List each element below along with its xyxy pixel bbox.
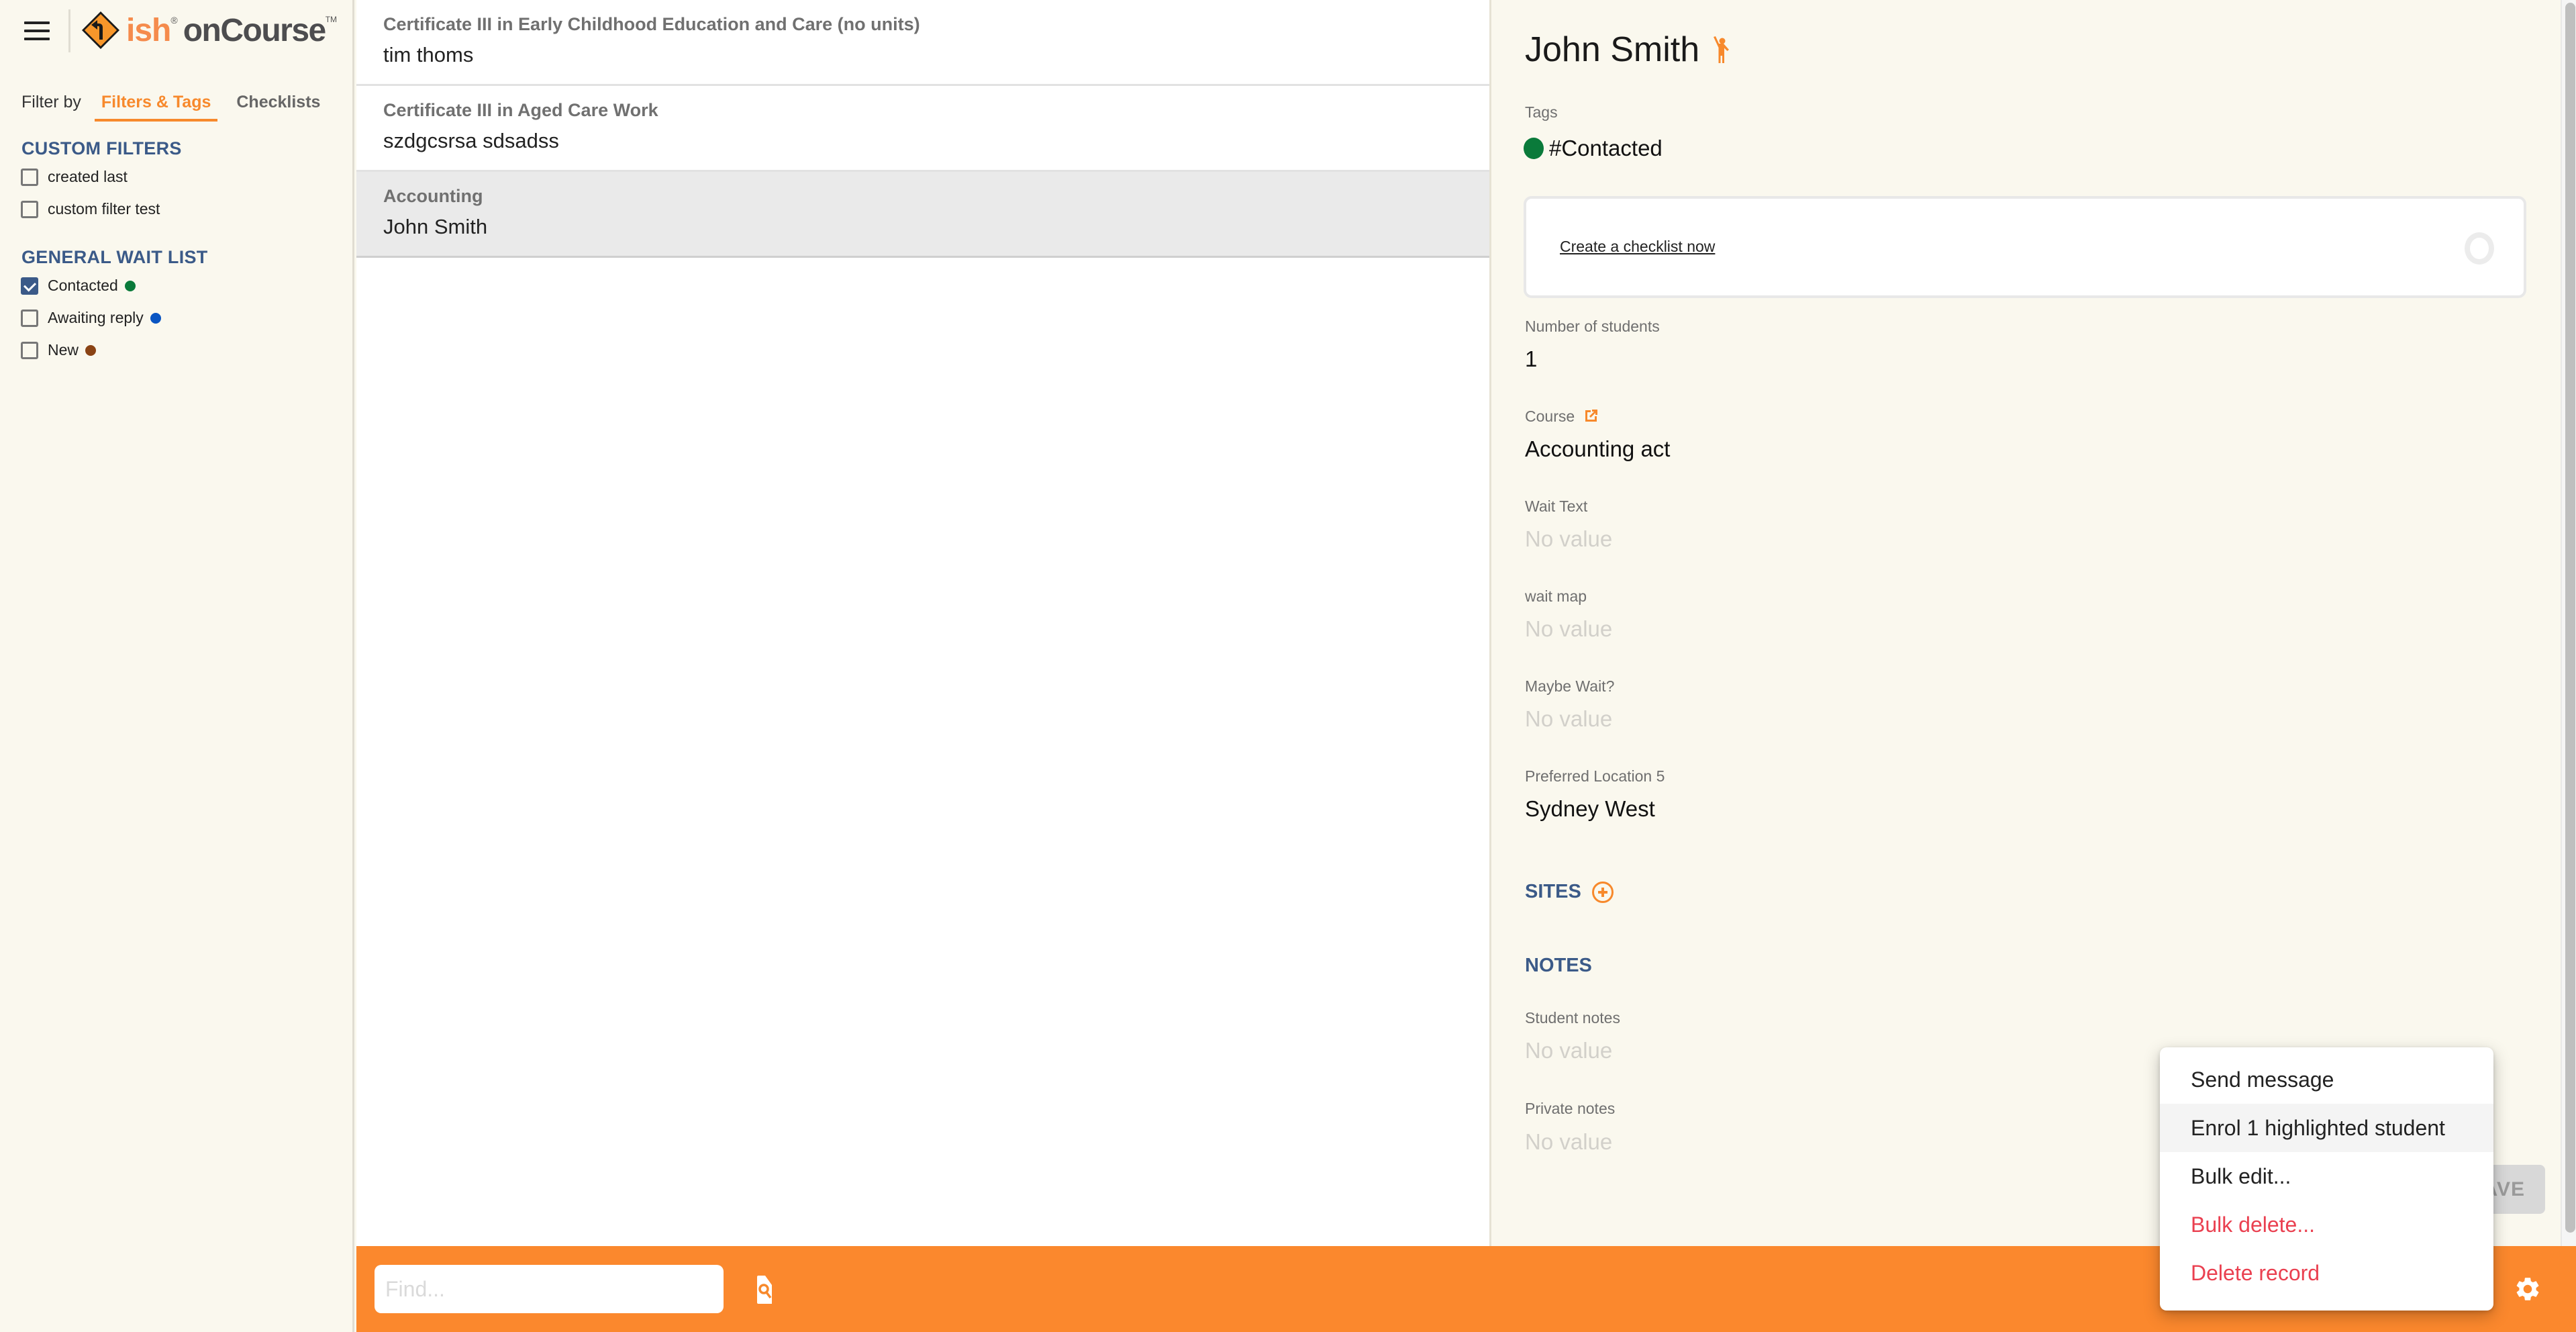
tag-color-dot [85, 344, 97, 356]
logo-oncourse-text: onCourse [183, 12, 327, 48]
notes-heading: NOTES [1525, 955, 1592, 976]
filter-label: custom filter test [48, 200, 160, 218]
student-notes-value[interactable]: No value [1525, 1038, 1612, 1063]
header-divider [68, 9, 70, 52]
tag-chip-label: #Contacted [1549, 136, 1663, 160]
list-item-selected[interactable]: Accounting John Smith [356, 172, 1489, 258]
filter-custom-filter-test[interactable]: custom filter test [21, 200, 160, 218]
maybe-wait-value[interactable]: No value [1525, 706, 1612, 732]
logo-registered-mark: ® [170, 15, 178, 26]
tag-color-dot [1524, 138, 1544, 159]
hamburger-menu-icon[interactable] [24, 21, 50, 40]
menu-item-delete-record[interactable]: Delete record [2160, 1249, 2493, 1297]
tags-label: Tags [1525, 103, 1558, 121]
tag-filter-awaiting-reply[interactable]: Awaiting reply [21, 309, 161, 327]
checklist-progress-ring [2465, 232, 2494, 265]
list-item-course: Accounting [383, 186, 483, 206]
person-waving-icon [1714, 36, 1730, 63]
course-label: Course [1525, 408, 1599, 426]
app-header: ish ® onCourse TM [0, 0, 354, 62]
list-item-student: John Smith [383, 215, 488, 238]
add-site-icon[interactable] [1591, 881, 1614, 903]
private-notes-value[interactable]: No value [1525, 1129, 1612, 1155]
sites-heading-text: SITES [1525, 881, 1581, 902]
checkbox-checked[interactable] [21, 277, 38, 295]
wait-text-value[interactable]: No value [1525, 526, 1612, 552]
advanced-search-icon[interactable] [757, 1276, 772, 1304]
sites-heading: SITES [1525, 881, 1614, 903]
menu-item-send-message[interactable]: Send message [2160, 1055, 2493, 1104]
tag-filter-new[interactable]: New [21, 341, 97, 359]
filter-by-label: Filter by [21, 92, 81, 111]
custom-filters-heading: CUSTOM FILTERS [21, 138, 182, 158]
maybe-wait-label: Maybe Wait? [1525, 677, 1615, 695]
tag-filter-label: New [48, 341, 79, 359]
preferred-location-label: Preferred Location 5 [1525, 767, 1665, 785]
tab-checklists[interactable]: Checklists [235, 90, 321, 115]
checklist-card: Create a checklist now [1524, 196, 2526, 298]
course-value[interactable]: Accounting act [1525, 436, 1670, 462]
gear-icon [2516, 1278, 2539, 1300]
record-title: John Smith [1525, 30, 1732, 70]
student-notes-label: Student notes [1525, 1009, 1620, 1027]
tab-filters-and-tags[interactable]: Filters & Tags [94, 90, 218, 122]
checkbox[interactable] [21, 309, 38, 327]
course-label-text: Course [1525, 408, 1575, 425]
road-sign-icon [82, 11, 119, 49]
record-title-text: John Smith [1525, 30, 1700, 69]
external-link-icon[interactable] [1583, 408, 1599, 424]
list-item-course: Certificate III in Aged Care Work [383, 100, 658, 120]
tag-filter-contacted[interactable]: Contacted [21, 277, 136, 295]
wait-text-label: Wait Text [1525, 497, 1588, 515]
record-list: Certificate III in Early Childhood Educa… [356, 0, 1489, 1246]
logo-ish-text: ish [126, 12, 171, 48]
menu-item-bulk-edit[interactable]: Bulk edit... [2160, 1152, 2493, 1200]
menu-item-bulk-delete[interactable]: Bulk delete... [2160, 1200, 2493, 1249]
menu-item-enrol-highlighted-student[interactable]: Enrol 1 highlighted student [2160, 1104, 2493, 1152]
list-item[interactable]: Certificate III in Early Childhood Educa… [356, 0, 1489, 86]
preferred-location-value[interactable]: Sydney West [1525, 796, 1655, 822]
general-wait-list-heading: GENERAL WAIT LIST [21, 247, 208, 267]
logo-trademark: TM [325, 15, 338, 24]
number-of-students-label: Number of students [1525, 318, 1660, 335]
wait-map-value[interactable]: No value [1525, 616, 1612, 642]
list-item-student: tim thoms [383, 43, 474, 66]
actions-menu: Send message Enrol 1 highlighted student… [2160, 1047, 2493, 1311]
private-notes-label: Private notes [1525, 1100, 1616, 1117]
actions-gear-button[interactable] [2507, 1268, 2548, 1310]
list-item-student: szdgcsrsa sdsadss [383, 129, 559, 152]
tag-color-dot [150, 312, 161, 324]
checkbox[interactable] [21, 341, 38, 359]
list-item-course: Certificate III in Early Childhood Educa… [383, 14, 920, 34]
filter-created-last[interactable]: created last [21, 168, 128, 186]
sidebar: ish ® onCourse TM Filter by Filters & Ta… [0, 0, 354, 1332]
filter-tabs: Filter by Filters & Tags Checklists [21, 87, 344, 122]
number-of-students-value[interactable]: 1 [1525, 346, 1537, 372]
filter-label: created last [48, 168, 128, 185]
wait-map-label: wait map [1525, 587, 1587, 605]
find-search-input[interactable] [375, 1265, 724, 1313]
tag-filter-label: Awaiting reply [48, 309, 144, 326]
tag-color-dot [124, 280, 136, 291]
checkbox[interactable] [21, 168, 38, 186]
detail-scrollbar[interactable] [2561, 0, 2576, 1246]
checkbox[interactable] [21, 200, 38, 218]
ish-oncourse-logo: ish ® onCourse TM [79, 9, 337, 51]
list-item[interactable]: Certificate III in Aged Care Work szdgcs… [356, 86, 1489, 172]
create-checklist-link[interactable]: Create a checklist now [1560, 238, 1715, 256]
scrollbar-thumb[interactable] [2565, 3, 2575, 1233]
tag-filter-label: Contacted [48, 277, 118, 294]
tag-chip-contacted[interactable]: #Contacted [1524, 136, 1663, 161]
